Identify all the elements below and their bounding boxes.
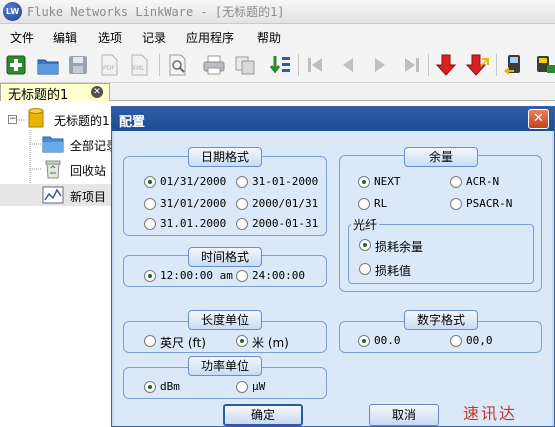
menu-record[interactable]: 记录 (142, 29, 166, 46)
fiber-title: 光纤 (351, 216, 380, 233)
dialog-title-bar: 配置 ✕ (112, 107, 554, 131)
radio-selected-icon (358, 176, 370, 188)
radio-icon (450, 198, 462, 210)
sort-icon[interactable] (266, 52, 294, 78)
cancel-button[interactable]: 取消 (369, 404, 439, 426)
radio-icon (236, 218, 248, 230)
tab-untitled-1[interactable]: 无标题的1 ✕ (0, 83, 110, 103)
date-format-title: 日期格式 (188, 147, 262, 167)
radio-icon (450, 176, 462, 188)
recycle-bin-icon (44, 159, 62, 182)
toolbar-separator (496, 54, 497, 76)
pdf-icon[interactable]: PDF (95, 52, 123, 78)
radio-icon (236, 381, 248, 393)
tree-item-all-records[interactable]: 全部记录 (0, 133, 120, 155)
document-tabs: 无标题的1 ✕ (0, 83, 555, 103)
xml-icon[interactable]: XML (125, 52, 153, 78)
export-icon[interactable] (464, 52, 492, 78)
project-tree: − 无标题的1 全部记录 回收站 新项目 (0, 102, 120, 427)
svg-text:XML: XML (132, 65, 145, 72)
radio-icon (358, 198, 370, 210)
radio-selected-icon (144, 176, 156, 188)
menu-file[interactable]: 文件 (10, 29, 34, 46)
radio-icon (236, 270, 248, 282)
folder-icon (42, 134, 64, 157)
ok-button[interactable]: 确定 (223, 404, 303, 426)
next-icon[interactable] (366, 52, 394, 78)
tree-item-new-project[interactable]: 新项目 (0, 184, 120, 206)
menu-options[interactable]: 选项 (98, 29, 122, 46)
tree-item-label: 新项目 (70, 190, 107, 204)
menu-edit[interactable]: 编辑 (53, 29, 77, 46)
radio-icon (144, 218, 156, 230)
radio-selected-icon (144, 381, 156, 393)
config-dialog: 配置 ✕ 日期格式 01/31/2000 31-01-2000 31/01/20… (111, 106, 555, 427)
prev-icon[interactable] (334, 52, 362, 78)
menu-applications[interactable]: 应用程序 (186, 29, 234, 46)
time-format-group: 时间格式 12:00:00 am 24:00:00 (123, 247, 327, 287)
svg-text:PDF: PDF (103, 65, 115, 72)
margin-group: 余量 NEXT ACR-N RL PSACR-N 光纤 损耗余量 损耗值 (339, 147, 542, 292)
tree-root[interactable]: − 无标题的1 (0, 108, 120, 130)
tester-icon[interactable] (500, 52, 528, 78)
tab-label: 无标题的1 (8, 88, 69, 103)
toolbar-separator (428, 54, 429, 76)
last-icon[interactable] (398, 52, 426, 78)
first-icon[interactable] (301, 52, 329, 78)
radio-icon (450, 335, 462, 347)
tree-item-label: 回收站 (70, 164, 107, 178)
tree-item-recycle-bin[interactable]: 回收站 (0, 158, 120, 180)
radio-icon (144, 198, 156, 210)
tree-root-label: 无标题的1 (54, 114, 110, 128)
radio-icon (236, 176, 248, 188)
open-folder-icon[interactable] (34, 52, 62, 78)
import-down-icon[interactable] (432, 52, 460, 78)
power-unit-title: 功率单位 (188, 356, 262, 376)
close-icon[interactable]: ✕ (91, 86, 103, 98)
title-bar: LW Fluke Networks LinkWare - [无标题的1] (0, 0, 555, 24)
toolbar: PDF XML (0, 48, 555, 83)
length-unit-title: 长度单位 (188, 310, 262, 330)
dialog-title: 配置 (119, 115, 146, 130)
network-icon[interactable] (531, 52, 555, 78)
save-icon[interactable] (64, 52, 92, 78)
watermark: 速讯达 (463, 404, 518, 423)
power-unit-group: 功率单位 dBm μW (123, 356, 327, 399)
fiber-subgroup: 光纤 损耗余量 损耗值 (348, 216, 534, 284)
collapse-icon[interactable]: − (8, 115, 17, 124)
menu-bar: 文件 编辑 选项 记录 应用程序 帮助 (0, 24, 555, 48)
dialog-body: 日期格式 01/31/2000 31-01-2000 31/01/2000 20… (114, 131, 552, 426)
window-title: Fluke Networks LinkWare - [无标题的1] (27, 5, 285, 19)
toolbar-separator (159, 54, 160, 76)
database-icon (28, 108, 44, 133)
date-format-group: 日期格式 01/31/2000 31-01-2000 31/01/2000 20… (123, 147, 327, 236)
project-chart-icon (42, 185, 64, 208)
margin-title: 余量 (404, 147, 478, 167)
radio-icon (359, 263, 371, 275)
radio-icon (144, 335, 156, 347)
menu-help[interactable]: 帮助 (257, 29, 281, 46)
copy-icon[interactable] (231, 52, 259, 78)
length-unit-group: 长度单位 英尺 (ft) 米 (m) (123, 310, 327, 353)
toolbar-separator (298, 54, 299, 76)
radio-selected-icon (236, 335, 248, 347)
number-format-group: 数字格式 00.0 00,0 (339, 310, 542, 353)
print-icon[interactable] (200, 52, 228, 78)
dialog-close-button[interactable]: ✕ (528, 109, 549, 129)
radio-selected-icon (358, 335, 370, 347)
radio-selected-icon (359, 239, 371, 251)
radio-selected-icon (144, 270, 156, 282)
new-record-icon[interactable] (2, 52, 30, 78)
preview-icon[interactable] (163, 52, 191, 78)
time-format-title: 时间格式 (188, 247, 262, 267)
number-format-title: 数字格式 (404, 310, 478, 330)
app-logo-icon: LW (3, 2, 22, 21)
radio-icon (236, 198, 248, 210)
